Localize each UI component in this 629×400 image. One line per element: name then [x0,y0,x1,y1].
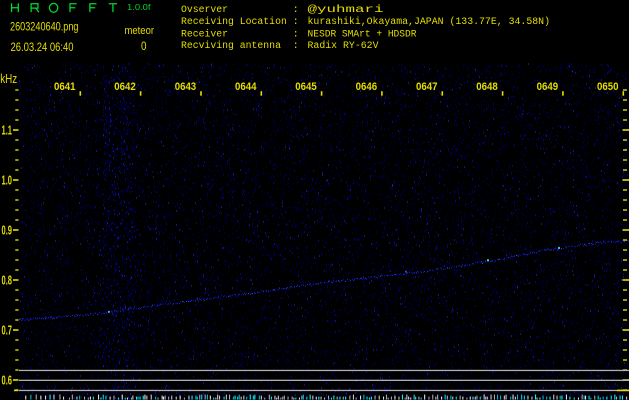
svg-text:1.1: 1.1 [2,124,13,138]
svg-text:0647: 0647 [416,81,438,93]
svg-text:0645: 0645 [295,81,317,93]
svg-text:meteor: meteor [125,25,155,37]
svg-text:Receiver :: Receiver : [181,28,299,39]
svg-text:Receiving Location :: Receiving Location : [181,16,299,27]
svg-text:kurashiki,Okayama,JAPAN (133.7: kurashiki,Okayama,JAPAN (133.77E, 34.58N… [308,16,551,27]
svg-text:2603240640.png: 2603240640.png [10,20,79,34]
svg-text:Recviving antenna :: Recviving antenna : [181,40,299,51]
svg-text:@yuhmari: @yuhmari [308,4,384,15]
svg-text:0.8: 0.8 [2,274,13,288]
svg-text:0644: 0644 [235,81,257,93]
svg-text:Radix RY-62V: Radix RY-62V [308,40,379,51]
svg-text:NESDR SMArt + HDSDR: NESDR SMArt + HDSDR [308,28,417,39]
svg-text:0643: 0643 [175,81,197,93]
svg-text:0648: 0648 [476,81,498,93]
svg-text:Ovserver :: Ovserver : [181,4,299,15]
svg-text:0641: 0641 [54,81,76,93]
svg-text:26.03.24 06:40: 26.03.24 06:40 [11,40,74,54]
svg-text:0: 0 [141,39,147,53]
svg-text:1.0: 1.0 [2,174,13,188]
svg-text:0.6: 0.6 [2,374,13,388]
svg-text:0649: 0649 [537,81,559,93]
svg-text:0.9: 0.9 [2,224,13,238]
svg-text:0646: 0646 [356,81,378,93]
svg-text:1.0.0f: 1.0.0f [127,2,151,12]
svg-text:0.7: 0.7 [2,324,13,338]
svg-text:0642: 0642 [114,81,136,93]
svg-text:0650: 0650 [597,81,619,93]
svg-text:kHz: kHz [0,72,17,86]
